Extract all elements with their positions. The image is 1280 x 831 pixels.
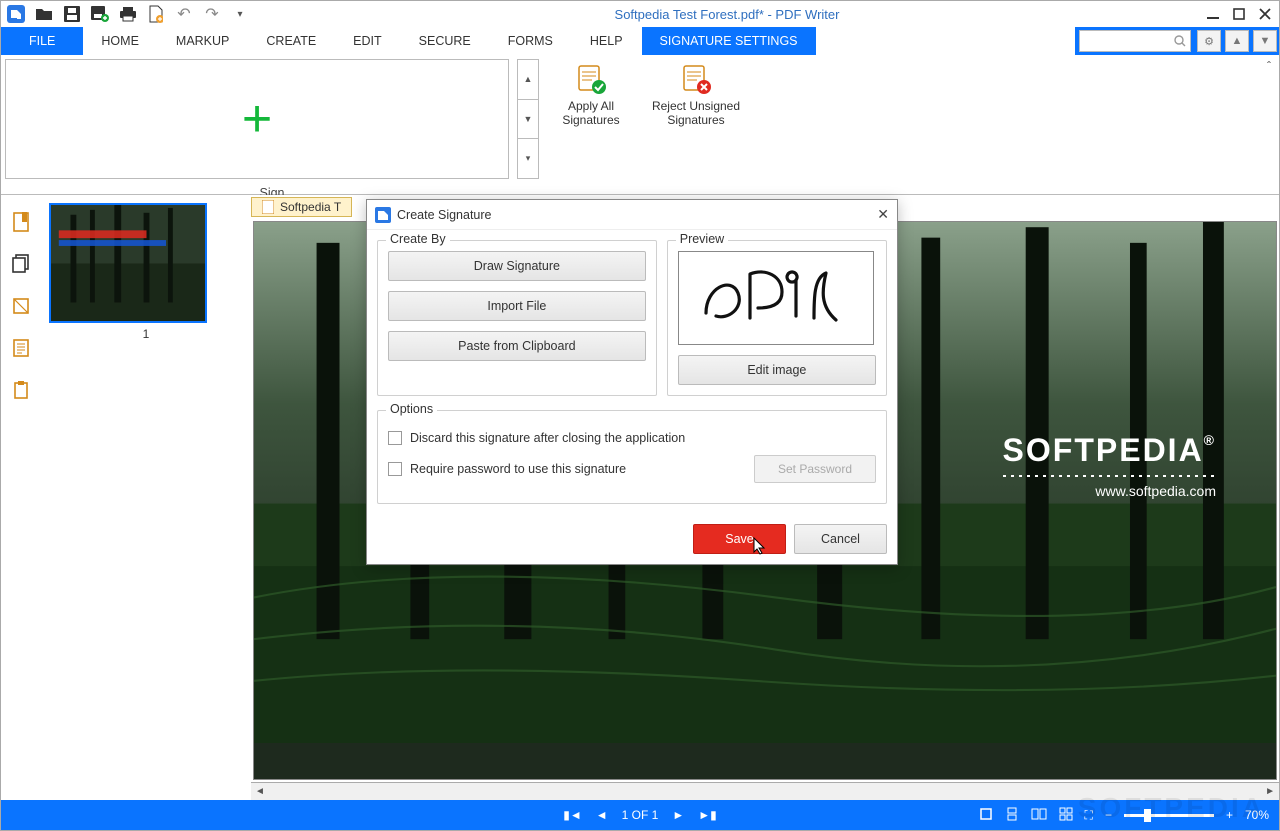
dialog-title: Create Signature [397,208,492,222]
blank-page-icon[interactable] [147,5,165,23]
preview-label: Preview [676,232,728,246]
pdf-icon [262,200,274,214]
create-by-label: Create By [386,232,450,246]
thumbnail-page-number: 1 [49,327,243,341]
collapse-ribbon-icon[interactable]: ˆ [1267,59,1271,73]
add-signature-icon: + [242,89,272,149]
reject-icon [676,63,716,95]
dialog-icon [375,207,391,223]
nav-down-button[interactable]: ▼ [1253,30,1277,52]
save-as-icon[interactable] [91,5,109,23]
cancel-button[interactable]: Cancel [794,524,887,554]
print-icon[interactable] [119,5,137,23]
pages-icon[interactable] [10,253,32,275]
redo-icon[interactable]: ↷ [203,5,221,23]
tab-home[interactable]: HOME [83,27,158,55]
gallery-down-icon[interactable]: ▼ [518,100,538,140]
save-button[interactable]: Save [693,524,786,554]
zoom-slider[interactable] [1124,814,1214,817]
signature-preview [678,251,874,345]
zoom-out-icon[interactable]: − [1105,808,1112,822]
tab-file[interactable]: FILE [1,27,83,55]
tab-markup[interactable]: MARKUP [158,27,248,55]
draw-signature-button[interactable]: Draw Signature [388,251,646,281]
prev-page-icon[interactable]: ◄ [596,808,608,822]
tab-help[interactable]: HELP [572,27,642,55]
discard-label: Discard this signature after closing the… [410,431,685,445]
side-panel-tools [1,195,41,800]
reject-unsigned-button[interactable]: Reject Unsigned Signatures [639,55,753,194]
window-title: Softpedia Test Forest.pdf* - PDF Writer [249,7,1205,22]
thumbnails-pane: 1 [41,195,251,800]
view-continuous-icon[interactable] [1005,807,1019,824]
zoom-in-icon[interactable]: + [1226,808,1233,822]
first-page-icon[interactable]: ▮◄ [563,808,581,822]
titlebar: ↶ ↷ ▾ Softpedia Test Forest.pdf* - PDF W… [1,1,1279,27]
layers-icon[interactable] [10,295,32,317]
apply-all-icon [571,63,611,95]
tab-edit[interactable]: EDIT [335,27,400,55]
discard-checkbox[interactable] [388,431,402,445]
document-tab[interactable]: Softpedia T [251,197,352,217]
open-icon[interactable] [35,5,53,23]
bookmarks-icon[interactable] [10,211,32,233]
page-thumbnail[interactable] [49,203,207,323]
cursor-icon [753,537,767,555]
gallery-more-icon[interactable]: ▾ [518,139,538,178]
set-password-button[interactable]: Set Password [754,455,876,483]
ribbon-bar: + ▲ ▼ ▾ Sign Apply All Signatures Reject… [1,55,1279,195]
horizontal-scrollbar[interactable]: ◄► [251,782,1279,800]
tab-create[interactable]: CREATE [248,27,335,55]
edit-image-button[interactable]: Edit image [678,355,876,385]
status-bar: ▮◄ ◄ 1 OF 1 ► ►▮ ⛶ − + 70% [1,800,1279,830]
apply-all-signatures-button[interactable]: Apply All Signatures [543,55,639,194]
create-signature-dialog: Create Signature ✕ Create By Draw Signat… [366,199,898,565]
nav-up-button[interactable]: ▲ [1225,30,1249,52]
tab-forms[interactable]: FORMS [490,27,572,55]
fullscreen-icon[interactable]: ⛶ [1085,808,1093,823]
view-facing-icon[interactable] [1031,807,1047,824]
clipboard-icon[interactable] [10,379,32,401]
comments-icon[interactable] [10,337,32,359]
zoom-level: 70% [1245,808,1269,822]
ribbon-tabs: FILE HOME MARKUP CREATE EDIT SECURE FORM… [1,27,1279,55]
gallery-spinner: ▲ ▼ ▾ [517,59,539,179]
import-file-button[interactable]: Import File [388,291,646,321]
gallery-up-icon[interactable]: ▲ [518,60,538,100]
require-password-checkbox[interactable] [388,462,402,476]
minimize-button[interactable] [1205,7,1221,21]
close-button[interactable] [1257,7,1273,21]
quick-access-toolbar: ↶ ↷ ▾ [7,5,249,23]
next-page-icon[interactable]: ► [672,808,684,822]
paste-clipboard-button[interactable]: Paste from Clipboard [388,331,646,361]
view-single-icon[interactable] [979,807,993,824]
dialog-close-button[interactable]: ✕ [877,206,889,223]
tab-signature-settings[interactable]: SIGNATURE SETTINGS [642,27,817,55]
sign-gallery[interactable]: + [5,59,509,179]
options-label: Options [386,402,437,416]
view-grid-icon[interactable] [1059,807,1073,824]
page-indicator: 1 OF 1 [622,808,659,822]
last-page-icon[interactable]: ►▮ [698,808,716,822]
save-icon[interactable] [63,5,81,23]
tab-secure[interactable]: SECURE [401,27,490,55]
search-input[interactable] [1079,30,1191,52]
maximize-button[interactable] [1231,7,1247,21]
customize-qa-icon[interactable]: ▾ [231,5,249,23]
settings-button[interactable]: ⚙ [1197,30,1221,52]
require-password-label: Require password to use this signature [410,462,626,476]
softpedia-watermark: SOFTPEDIA® www.softpedia.com [1003,432,1216,499]
app-icon [7,5,25,23]
undo-icon[interactable]: ↶ [175,5,193,23]
